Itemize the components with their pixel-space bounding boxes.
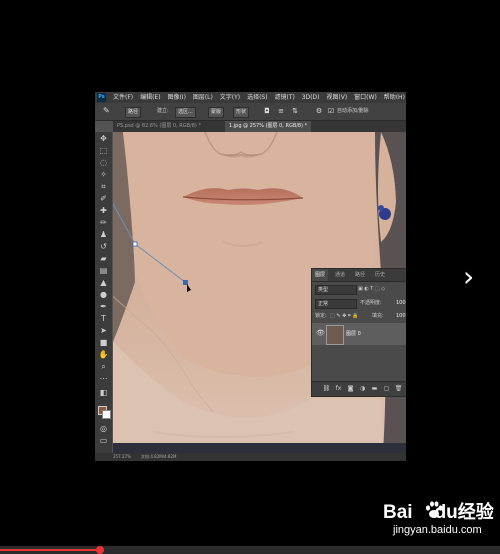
menu-image[interactable]: 图像(I) — [167, 94, 185, 101]
menu-file[interactable]: 文件(F) — [113, 94, 133, 101]
lock-label: 锁定: — [315, 313, 327, 319]
default-colors-icon[interactable]: ◧ — [98, 388, 109, 398]
checkbox-icon[interactable]: ☑ — [327, 107, 335, 115]
document-tabs: PS.psd @ 82.6% (图层 0, RGB/8) * 1.jpg @ 2… — [113, 121, 406, 132]
healing-brush-tool-icon[interactable]: ✚ — [98, 206, 109, 216]
tab-channels[interactable]: 通道 — [332, 269, 348, 281]
blend-row: 正常 不透明度: 100 — [312, 297, 406, 309]
menu-type[interactable]: 文字(Y) — [220, 94, 240, 101]
move-tool-icon[interactable]: ✥ — [98, 134, 109, 144]
menu-view[interactable]: 视图(V) — [326, 94, 347, 101]
tools-panel: ✥ ⬚ ◌ ✧ ⌗ ✐ ✚ ✏ ♟ ↺ ▰ ▤ ▲ ● ✒ T ➤ ■ ✋ ⌕ … — [95, 132, 112, 453]
new-layer-icon[interactable]: ▢ — [382, 384, 391, 393]
eye-icon[interactable]: 👁 — [316, 329, 325, 337]
path-operations-icon[interactable]: ◘ — [263, 107, 271, 115]
progress-fill — [0, 549, 100, 551]
zoom-level[interactable]: 257.27% — [113, 453, 131, 461]
layers-panel-tabs: 图层 通道 路径 历史 — [312, 269, 406, 282]
selection-button[interactable]: 选区... — [175, 107, 196, 118]
menu-list: 文件(F) 编辑(E) 图像(I) 图层(L) 文字(Y) 选择(S) 滤镜(T… — [113, 92, 406, 103]
type-tool-icon[interactable]: T — [98, 314, 109, 324]
tab-ps-psd[interactable]: PS.psd @ 82.6% (图层 0, RGB/8) * — [113, 121, 205, 132]
blend-mode-select[interactable]: 正常 — [315, 299, 357, 309]
baidu-paw-icon — [426, 501, 443, 518]
layers-panel-footer: ⛓ fx ◙ ◑ ▬ ▢ 🗑 — [312, 381, 406, 396]
document-size: 文档:4.82M/4.82M — [141, 454, 177, 459]
tab-paths[interactable]: 路径 — [352, 269, 368, 281]
gradient-tool-icon[interactable]: ▤ — [98, 266, 109, 276]
chevron-right-icon[interactable]: › — [463, 262, 479, 292]
auto-add-delete-label: 自动添加/删除 — [337, 108, 369, 114]
eyedropper-tool-icon[interactable]: ✐ — [98, 194, 109, 204]
hand-tool-icon[interactable]: ✋ — [98, 350, 109, 360]
link-icon[interactable]: ⛓ — [322, 384, 331, 393]
clone-stamp-tool-icon[interactable]: ♟ — [98, 230, 109, 240]
tab-layers[interactable]: 图层 — [312, 269, 329, 281]
opacity-label: 不透明度: — [360, 300, 382, 306]
menu-edit[interactable]: 编辑(E) — [140, 94, 160, 101]
brush-tool-icon[interactable]: ✏ — [98, 218, 109, 228]
status-bar: 257.27% 文档:4.82M/4.82M — [95, 453, 406, 461]
layer-filter-row: 类型 ▣ ◐ T ⬚ ◇ — [312, 283, 406, 295]
lasso-tool-icon[interactable]: ◌ — [98, 158, 109, 168]
photoshop-logo: Ps — [97, 93, 106, 102]
path-arrangement-icon[interactable]: ⇅ — [291, 107, 299, 115]
options-bar: ✎ 路径 建立: 选区... 蒙版 形状 ◘ ≡ ⇅ ⚙ ☑ 自动添加/删除 — [95, 103, 406, 121]
progress-knob[interactable] — [96, 546, 104, 554]
tab-1-jpg[interactable]: 1.jpg @ 257% (图层 0, RGB/8) * — [225, 121, 312, 132]
lock-icons[interactable]: ⬚ ✎ ✥ ⌗ 🔒 — [330, 310, 359, 322]
path-mode-select[interactable]: 路径 — [125, 107, 142, 118]
path-alignment-icon[interactable]: ≡ — [277, 107, 285, 115]
watermark-brand-left: Bai — [383, 502, 413, 523]
gear-icon[interactable]: ⚙ — [315, 107, 323, 115]
zoom-tool-icon[interactable]: ⌕ — [98, 362, 109, 372]
quick-mask-icon[interactable]: ◎ — [98, 424, 109, 434]
menu-window[interactable]: 窗口(W) — [354, 94, 377, 101]
history-brush-tool-icon[interactable]: ↺ — [98, 242, 109, 252]
build-label: 建立: — [157, 108, 169, 114]
opacity-value[interactable]: 100 — [396, 297, 406, 309]
photoshop-window: Ps 文件(F) 编辑(E) 图像(I) 图层(L) 文字(Y) 选择(S) 滤… — [95, 92, 406, 461]
layer-row[interactable]: 👁 图层 0 — [312, 323, 406, 345]
menu-3d[interactable]: 3D(D) — [302, 94, 320, 101]
eraser-tool-icon[interactable]: ▰ — [98, 254, 109, 264]
quick-select-tool-icon[interactable]: ✧ — [98, 170, 109, 180]
menu-select[interactable]: 选择(S) — [247, 94, 268, 101]
fx-icon[interactable]: fx — [334, 384, 343, 393]
layer-thumbnail — [326, 325, 344, 345]
more-tools-icon[interactable]: ⋯ — [98, 374, 109, 384]
dodge-tool-icon[interactable]: ● — [98, 290, 109, 300]
kind-filter-select[interactable]: 类型 — [315, 285, 357, 295]
mask-icon[interactable]: ◙ — [346, 384, 355, 393]
menu-layer[interactable]: 图层(L) — [193, 94, 213, 101]
trash-icon[interactable]: 🗑 — [394, 384, 403, 393]
filter-icons[interactable]: ▣ ◐ T ⬚ ◇ — [358, 283, 385, 295]
blur-tool-icon[interactable]: ▲ — [98, 278, 109, 288]
mask-button[interactable]: 蒙版 — [208, 107, 225, 118]
menu-help[interactable]: 帮助(H) — [384, 94, 405, 101]
baidu-jingyan-watermark: Bai du经验 jingyan.baidu.com — [383, 498, 498, 546]
background-color-swatch[interactable] — [102, 410, 111, 419]
watermark-brand-cn: 经验 — [457, 502, 494, 522]
screen-mode-icon[interactable]: ▭ — [98, 436, 109, 446]
layer-name[interactable]: 图层 0 — [346, 323, 361, 345]
video-progress-bar[interactable] — [0, 546, 500, 554]
watermark-domain: jingyan.baidu.com — [393, 524, 482, 536]
tab-history[interactable]: 历史 — [372, 269, 388, 281]
fill-value[interactable]: 100 — [396, 310, 406, 322]
crop-tool-icon[interactable]: ⌗ — [98, 182, 109, 192]
pen-tool-icon[interactable]: ✒ — [98, 302, 109, 312]
pen-icon[interactable]: ✎ — [103, 106, 113, 116]
marquee-tool-icon[interactable]: ⬚ — [98, 146, 109, 156]
menu-filter[interactable]: 滤镜(T) — [275, 94, 295, 101]
adjustment-icon[interactable]: ◑ — [358, 384, 367, 393]
lock-row: 锁定: ⬚ ✎ ✥ ⌗ 🔒 填充: 100 — [312, 310, 406, 322]
rectangle-tool-icon[interactable]: ■ — [98, 338, 109, 348]
layers-panel: 图层 通道 路径 历史 类型 ▣ ◐ T ⬚ ◇ 正常 不透明度: 100 锁定… — [311, 268, 406, 397]
fill-label: 填充: — [372, 313, 384, 319]
shape-button[interactable]: 形状 — [233, 107, 250, 118]
folder-icon[interactable]: ▬ — [370, 384, 379, 393]
path-selection-tool-icon[interactable]: ➤ — [98, 326, 109, 336]
menu-bar: Ps 文件(F) 编辑(E) 图像(I) 图层(L) 文字(Y) 选择(S) 滤… — [95, 92, 406, 103]
